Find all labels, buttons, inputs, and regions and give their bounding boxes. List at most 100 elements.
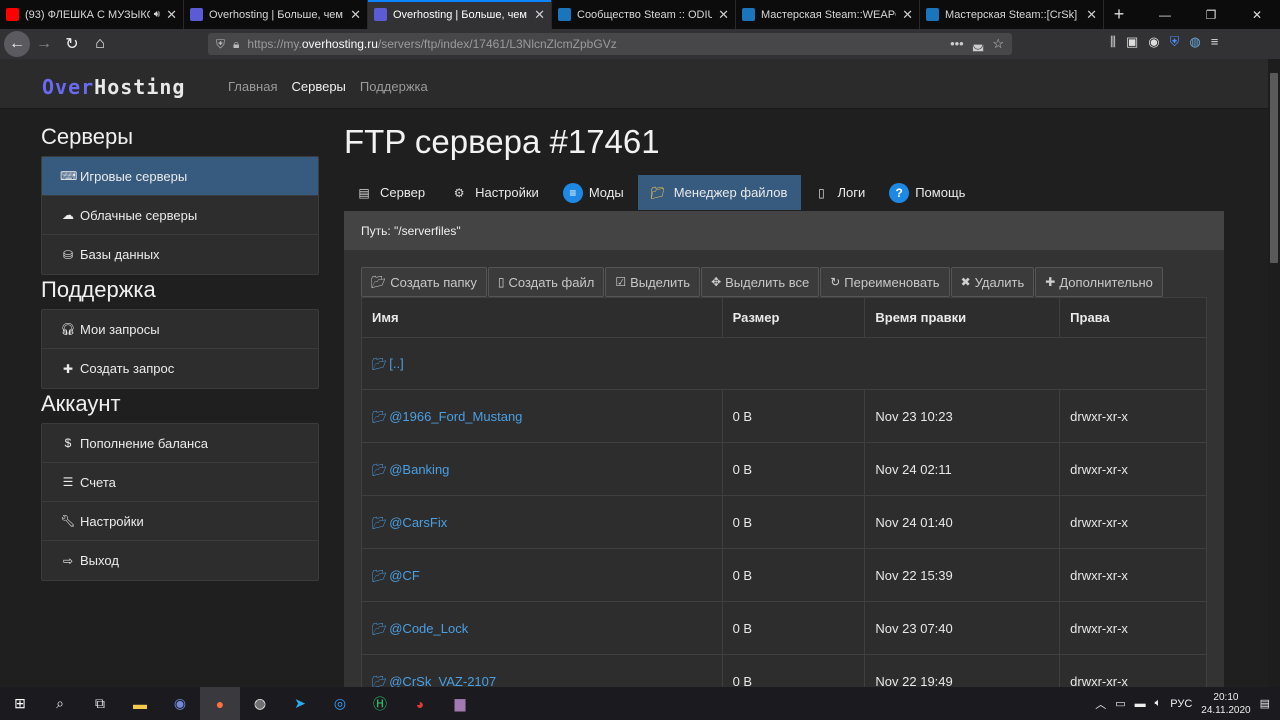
red-app-icon[interactable]: ◕ xyxy=(400,687,440,720)
clock[interactable]: 20:10 24.11.2020 xyxy=(1201,691,1250,717)
speaker-icon[interactable]: 🔊︎ xyxy=(154,9,160,20)
close-tab-icon[interactable]: ✕ xyxy=(902,7,913,23)
column-header: Время правки xyxy=(864,297,1061,338)
server-tabs: ▤ Сервер ⚙ Настройки ≡ Моды 📁︎ Менеджер файлов ▯… xyxy=(344,175,979,210)
minimize-icon[interactable]: — xyxy=(1142,0,1188,29)
table-row-up[interactable]: 📂︎ [..] xyxy=(361,337,1207,390)
table-row[interactable]: 📂︎ @Banking 0 B Nov 24 02:11 drwxr-xr-x xyxy=(361,442,1207,496)
tab-title: Сообщество Steam :: ODIUM xyxy=(577,8,713,21)
folder-link[interactable]: @CarsFix xyxy=(389,515,447,530)
browser-tab[interactable]: Сообщество Steam :: ODIUM ✕ xyxy=(552,0,736,29)
pocket-icon[interactable]: ◛ xyxy=(972,36,985,52)
more-icon[interactable]: ••• xyxy=(950,36,964,52)
up-dir-link[interactable]: [..] xyxy=(389,356,403,371)
sidebar-item[interactable]: 🔧︎ Настройки xyxy=(42,502,318,541)
browser-tab[interactable]: Мастерская Steam::WEAPON ✕ xyxy=(736,0,920,29)
table-row[interactable]: 📂︎ @CarsFix 0 B Nov 24 01:40 drwxr-xr-x xyxy=(361,495,1207,549)
browser-tab[interactable]: Overhosting | Больше, чем пр ✕ xyxy=(368,0,552,29)
sidebar-item-label: Облачные серверы xyxy=(80,207,198,223)
back-button[interactable]: ← xyxy=(4,31,30,57)
sidebar-item[interactable]: ⇨ Выход xyxy=(42,541,318,580)
close-tab-icon[interactable]: ✕ xyxy=(1086,7,1097,23)
bookmark-star-icon[interactable]: ☆ xyxy=(992,36,1004,52)
task-view-icon[interactable]: ⧉ xyxy=(80,687,120,720)
sidebar-item[interactable]: ☁ Облачные серверы xyxy=(42,196,318,235)
account-icon[interactable]: ◉ xyxy=(1148,34,1159,50)
tab-server[interactable]: ▤ Сервер xyxy=(344,175,439,210)
page-scrollbar[interactable] xyxy=(1268,59,1280,687)
mods-icon: ≡ xyxy=(562,182,583,203)
up-dir-cell: 📂︎ [..] xyxy=(361,337,1207,390)
sidebar-item[interactable]: 🎧︎ Мои запросы xyxy=(42,310,318,349)
overhosting-logo[interactable]: OverHosting xyxy=(42,76,185,98)
sidebar-item[interactable]: ⌨ Игровые серверы xyxy=(42,157,318,196)
steam-extension-icon[interactable]: ◍ xyxy=(1189,34,1200,50)
language-indicator[interactable]: РУС xyxy=(1170,698,1192,710)
perms-cell: drwxr-xr-x xyxy=(1059,389,1207,443)
browser-tab[interactable]: Overhosting | Больше, чем пр ✕ xyxy=(184,0,368,29)
forward-button[interactable]: → xyxy=(30,30,58,58)
home-button[interactable]: ⌂ xyxy=(86,30,114,58)
perms-cell: drwxr-xr-x xyxy=(1059,601,1207,655)
sidebar-item[interactable]: ☰ Счета xyxy=(42,463,318,502)
library-icon[interactable]: ⫼ xyxy=(1110,34,1116,50)
volume-icon[interactable]: 🔈︎ xyxy=(1155,697,1162,710)
steam-icon[interactable]: ◍ xyxy=(240,687,280,720)
browser-tab[interactable]: Мастерская Steam::[CrSk] BM ✕ xyxy=(920,0,1104,29)
check-square-icon: ☑ xyxy=(615,275,627,289)
app-circle-icon[interactable]: ◎ xyxy=(320,687,360,720)
notifications-icon[interactable]: ▤ xyxy=(1260,697,1270,710)
file-action-button[interactable]: ✚ Дополнительно xyxy=(1035,267,1163,297)
close-tab-icon[interactable]: ✕ xyxy=(350,7,361,23)
file-action-button[interactable]: ↻ Переименовать xyxy=(820,267,950,297)
browser-tab[interactable]: (93) ФЛЕШКА С МУЗЫКОЙ 🔊︎ ✕ xyxy=(0,0,184,29)
tab-mods[interactable]: ≡ Моды xyxy=(553,175,638,210)
file-action-button[interactable]: ✥ Выделить все xyxy=(701,267,820,297)
reload-button[interactable]: ↻ xyxy=(58,30,86,58)
file-action-button[interactable]: ▯ Создать файл xyxy=(487,267,605,297)
network-icon[interactable]: ▭ xyxy=(1115,697,1125,710)
file-action-button[interactable]: ✖ Удалить xyxy=(950,267,1035,297)
sidebar-item[interactable]: $ Пополнение баланса xyxy=(42,424,318,463)
tab-gears[interactable]: ⚙ Настройки xyxy=(439,175,553,210)
file-action-button[interactable]: ☑ Выделить xyxy=(605,267,701,297)
firefox-icon[interactable]: ● xyxy=(200,687,240,720)
close-tab-icon[interactable]: ✕ xyxy=(166,7,177,23)
start-windows-icon[interactable]: ⊞ xyxy=(0,687,40,720)
scrollbar-thumb[interactable] xyxy=(1270,73,1278,263)
table-row[interactable]: 📂︎ @CF 0 B Nov 22 15:39 drwxr-xr-x xyxy=(361,548,1207,602)
sidebar-item[interactable]: ⛁ Базы данных xyxy=(42,235,318,274)
file-explorer-icon[interactable]: ▬ xyxy=(120,687,160,720)
table-row[interactable]: 📂︎ @Code_Lock 0 B Nov 23 07:40 drwxr-xr-x xyxy=(361,601,1207,655)
folder-link[interactable]: @Banking xyxy=(389,462,449,477)
close-tab-icon[interactable]: ✕ xyxy=(534,7,545,23)
sidebar-icon[interactable]: ▣ xyxy=(1126,34,1138,50)
chevron-up-icon[interactable]: ︿ xyxy=(1095,696,1106,712)
nav-link[interactable]: Серверы xyxy=(291,79,345,94)
search-icon[interactable]: ⌕ xyxy=(40,687,80,720)
close-window-icon[interactable]: ✕ xyxy=(1234,0,1280,29)
nav-link[interactable]: Поддержка xyxy=(360,79,428,94)
address-bar[interactable]: ⛨ 🔒︎ https://my. overhosting.ru/servers/f… xyxy=(208,33,1012,55)
nav-link[interactable]: Главная xyxy=(228,79,277,94)
tab-logs[interactable]: ▯ Логи xyxy=(801,175,879,210)
sidebar-item[interactable]: ✚ Создать запрос xyxy=(42,349,318,388)
battery-icon[interactable]: ▬ xyxy=(1135,698,1146,710)
menu-icon[interactable]: ≡ xyxy=(1211,34,1219,50)
restore-icon[interactable]: ❐ xyxy=(1188,0,1234,29)
discord-icon[interactable]: ◉ xyxy=(160,687,200,720)
new-tab-button[interactable]: + xyxy=(1104,0,1134,29)
servers-heading: Серверы xyxy=(41,124,134,149)
telegram-icon[interactable]: ➤ xyxy=(280,687,320,720)
tab-help[interactable]: ? Помощь xyxy=(879,175,979,210)
folder-link[interactable]: @Code_Lock xyxy=(389,621,468,636)
close-tab-icon[interactable]: ✕ xyxy=(718,7,729,23)
folder-link[interactable]: @1966_Ford_Mustang xyxy=(389,409,522,424)
file-action-button[interactable]: 📂︎ Создать папку xyxy=(361,267,487,297)
table-row[interactable]: 📂︎ @1966_Ford_Mustang 0 B Nov 23 10:23 drwxr… xyxy=(361,389,1207,443)
extension-shield-icon[interactable]: ⛨ xyxy=(1170,34,1180,50)
folder-link[interactable]: @CF xyxy=(389,568,420,583)
h-app-icon[interactable]: Ⓗ xyxy=(360,687,400,720)
game-app-icon[interactable]: ▆ xyxy=(440,687,480,720)
tab-folder[interactable]: 📁︎ Менеджер файлов xyxy=(637,175,802,210)
